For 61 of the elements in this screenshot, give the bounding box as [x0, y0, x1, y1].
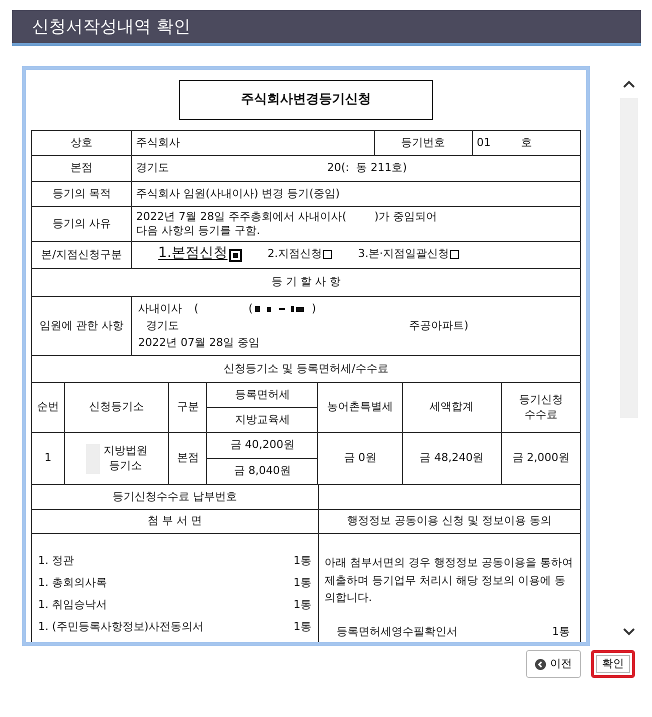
page-title: 신청서작성내역 확인 [12, 10, 641, 46]
checkbox[interactable] [228, 248, 242, 262]
column-header: 농어촌특별세 [318, 382, 402, 432]
attachment-name: 1. 총회의사록 [38, 576, 107, 591]
column-header: 순번 [32, 382, 65, 432]
field-value: 경기도 [146, 318, 180, 332]
attachment-name: 등록면허세영수필확인서 [336, 624, 458, 640]
attachment-count: 1통 [552, 624, 570, 640]
previous-button[interactable]: 이전 [526, 650, 581, 678]
checkbox[interactable] [323, 250, 332, 259]
field-value: 2022년 07월 28일 중임 [138, 336, 261, 350]
table-cell: 지방법원 등기소 [104, 444, 148, 473]
field-value: 경기도 [136, 161, 170, 174]
field-label: 등기번호 [374, 130, 472, 156]
option-label: 1.본점신청 [158, 244, 228, 264]
option-label: 3.본·지점일괄신청 [358, 247, 450, 262]
field-label: 등기의 목적 [32, 182, 132, 206]
field-value: 다음 사항의 등기를 구함. [136, 224, 262, 238]
attachment-name: 1. 정관 [38, 554, 74, 569]
attachment-count: 1통 [294, 554, 312, 569]
field-value: 01 [476, 136, 491, 149]
field-label: 본점 [32, 156, 132, 182]
attachment-count: 1통 [294, 620, 312, 635]
column-header: 등기신청 수수료 [501, 382, 580, 432]
field-value: 2022년 7월 28일 주주총회에서 사내이사( )가 중임되어 [136, 210, 438, 224]
confirm-button[interactable]: 확인 [591, 650, 635, 678]
scroll-up-icon[interactable] [623, 80, 635, 88]
field-value: ( [194, 302, 198, 315]
table-cell: 1 [32, 432, 65, 484]
document-title: 주식회사변경등기신청 [179, 80, 433, 120]
column-header: 구분 [168, 382, 207, 432]
attachment-count: 1통 [294, 576, 312, 591]
consent-text: 아래 첨부서면의 경우 행정정보 공동이용을 통하여 제출하며 등기업무 처리시 해당 정보의 이용에 동의합니다. [324, 555, 574, 606]
field-label: 임원에 관한 사항 [32, 296, 132, 356]
field-value: ( [248, 302, 253, 315]
field-value: 주식회사 임원(사내이사) 변경 등기(중임) [136, 186, 340, 200]
attachment-name: 1. (주민등록사항정보)사전동의서 [38, 620, 204, 635]
field-value: 20(: 동 211호) [327, 161, 407, 174]
field-value: 주공아파트) [409, 318, 468, 332]
attachment-count: 1통 [294, 598, 312, 613]
scroll-down-icon[interactable] [623, 628, 635, 636]
field-label: 상호 [32, 130, 132, 156]
field-value: 사내이사 [138, 302, 182, 315]
column-header: 등록면허세 [206, 382, 318, 408]
section-heading: 신청등기소 및 등록면허세/수수료 [32, 356, 580, 382]
section-heading: 행정정보 공동이용 신청 및 정보이용 동의 [318, 510, 580, 534]
field-label: 등기의 사유 [32, 206, 132, 242]
field-value: ) [312, 302, 316, 315]
column-header: 신청등기소 [64, 382, 169, 432]
field-label: 등기신청수수료 납부번호 [32, 484, 318, 510]
section-heading: 첨 부 서 면 [32, 510, 318, 534]
field-value: 호 [520, 136, 532, 149]
checkbox[interactable] [450, 250, 460, 259]
section-heading: 등 기 할 사 항 [32, 268, 580, 296]
table-cell: 금 0원 [318, 432, 402, 484]
table-cell: 금 40,200원 [206, 432, 318, 458]
field-value: 주식회사 [132, 130, 374, 156]
field-label: 본/지점신청구분 [32, 242, 132, 268]
attachment-name: 1. 취임승낙서 [38, 598, 107, 613]
option-label: 2.지점신청 [268, 247, 322, 262]
column-header: 세액합계 [402, 382, 502, 432]
